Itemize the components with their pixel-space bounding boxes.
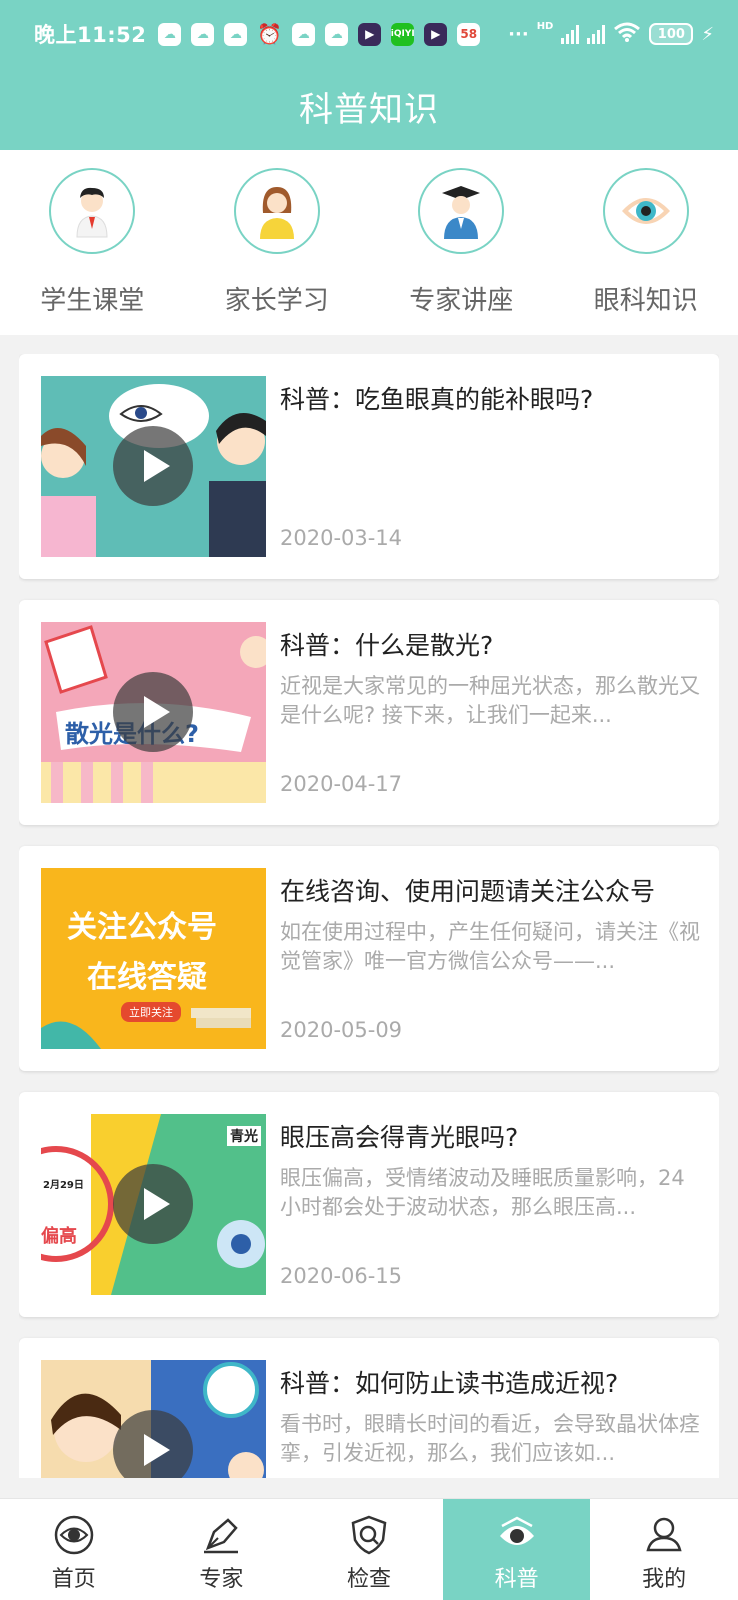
play-icon[interactable] bbox=[113, 1164, 193, 1244]
category-parent[interactable]: 家长学习 bbox=[187, 168, 367, 335]
status-bar: 晚上11:52 ☁ ☁ ☁ ⏰ ☁ ☁ ▶ iQIYI ▶ 58 ··· HD … bbox=[0, 14, 738, 54]
tab-label: 我的 bbox=[642, 1567, 687, 1592]
tab-expert[interactable]: 专家 bbox=[148, 1499, 296, 1600]
user-icon bbox=[642, 1513, 686, 1557]
eye-icon bbox=[602, 168, 689, 254]
more-icon: ··· bbox=[508, 23, 529, 45]
status-app-icons: ☁ ☁ ☁ ⏰ ☁ ☁ ▶ iQIYI ▶ 58 bbox=[158, 22, 481, 46]
article-date: 2020-05-09 bbox=[280, 1018, 403, 1042]
article-title: 科普：如何防止读书造成近视? bbox=[280, 1369, 619, 1398]
tab-label: 首页 bbox=[51, 1567, 96, 1592]
thumbnail-caption: 青光 bbox=[227, 1126, 261, 1146]
article-title: 科普：什么是散光? bbox=[280, 631, 494, 660]
cloud-icon: ☁ bbox=[191, 22, 215, 46]
article-card[interactable]: 散光是什么? 科普：什么是散光? 近视是大家常见的一种屈光状态，那么散光又是什么… bbox=[19, 600, 719, 825]
tab-check[interactable]: 检查 bbox=[295, 1499, 443, 1600]
video-app-icon: ▶ bbox=[424, 22, 448, 46]
article-thumbnail: 散光是什么? bbox=[41, 622, 266, 803]
category-label: 家长学习 bbox=[224, 286, 329, 316]
cloud-icon: ☁ bbox=[325, 22, 349, 46]
pen-icon bbox=[199, 1513, 243, 1557]
article-thumbnail bbox=[41, 1360, 266, 1478]
article-desc: 看书时，眼睛长时间的看近，会导致晶状体痉挛，引发近视，那么，我们应该如... bbox=[280, 1412, 700, 1465]
cloud-icon: ☁ bbox=[158, 22, 182, 46]
tab-label: 检查 bbox=[346, 1567, 391, 1592]
article-card[interactable]: 科普：吃鱼眼真的能补眼吗? 2020-03-14 bbox=[19, 354, 719, 579]
status-time: 晚上11:52 bbox=[34, 23, 147, 47]
student-icon bbox=[49, 168, 136, 254]
article-title: 在线咨询、使用问题请关注公众号 bbox=[280, 877, 656, 906]
cloud-icon: ☁ bbox=[292, 22, 316, 46]
status-right: ··· HD 100 ⚡ bbox=[508, 21, 714, 48]
category-eye[interactable]: 眼科知识 bbox=[556, 168, 736, 335]
charging-icon: ⚡ bbox=[701, 23, 714, 45]
thumbnail-follow-button: 立即关注 bbox=[121, 1002, 181, 1022]
iqiyi-icon: iQIYI bbox=[391, 22, 415, 46]
article-thumbnail bbox=[41, 376, 266, 557]
article-desc: 如在使用过程中，产生任何疑问，请关注《视觉管家》唯一官方微信公众号——... bbox=[280, 920, 700, 973]
article-card[interactable]: 关注公众号 在线答疑 立即关注 在线咨询、使用问题请关注公众号 如在使用过程中，… bbox=[19, 846, 719, 1071]
science-eye-icon bbox=[495, 1513, 539, 1557]
category-label: 学生课堂 bbox=[40, 286, 145, 316]
58-app-icon: 58 bbox=[457, 22, 481, 46]
battery-indicator: 100 bbox=[649, 23, 694, 45]
signal-icon bbox=[561, 24, 580, 44]
cloud-icon: ☁ bbox=[224, 22, 248, 46]
article-list[interactable]: 科普：吃鱼眼真的能补眼吗? 2020-03-14 散光是什么? 科普：什么是散光… bbox=[19, 354, 719, 1478]
hd-label: HD bbox=[536, 20, 554, 32]
tab-science[interactable]: 科普 bbox=[442, 1499, 591, 1600]
parent-icon bbox=[233, 168, 320, 254]
category-student[interactable]: 学生课堂 bbox=[2, 168, 182, 335]
signal-icon bbox=[587, 24, 606, 44]
article-date: 2020-06-15 bbox=[280, 1264, 403, 1288]
article-title: 眼压高会得青光眼吗? bbox=[280, 1123, 519, 1152]
article-title: 科普：吃鱼眼真的能补眼吗? bbox=[280, 385, 594, 414]
page-title: 科普知识 bbox=[299, 90, 439, 130]
play-icon[interactable] bbox=[113, 426, 193, 506]
thumbnail-caption: 2月29日 bbox=[43, 1180, 84, 1191]
tab-mine[interactable]: 我的 bbox=[590, 1499, 738, 1600]
bottom-nav: 首页 专家 检查 科普 我的 bbox=[0, 1498, 738, 1600]
thumbnail-caption: 关注公众号 bbox=[67, 910, 217, 945]
alarm-icon: ⏰ bbox=[257, 22, 283, 46]
article-desc: 近视是大家常见的一种屈光状态，那么散光又是什么呢? 接下来，让我们一起来... bbox=[280, 674, 700, 727]
shield-check-icon bbox=[347, 1513, 391, 1557]
expert-icon bbox=[418, 168, 505, 254]
category-label: 专家讲座 bbox=[409, 286, 514, 316]
thumbnail-caption: 在线答疑 bbox=[87, 960, 207, 995]
top-bar: 晚上11:52 ☁ ☁ ☁ ⏰ ☁ ☁ ▶ iQIYI ▶ 58 ··· HD … bbox=[0, 0, 738, 150]
tab-home[interactable]: 首页 bbox=[0, 1499, 148, 1600]
article-card[interactable]: 青光 2月29日 偏高 眼压高会得青光眼吗? 眼压偏高，受情绪波动及睡眠质量影响… bbox=[19, 1092, 719, 1317]
play-icon[interactable] bbox=[113, 672, 193, 752]
video-app-icon: ▶ bbox=[358, 22, 382, 46]
article-card[interactable]: 科普：如何防止读书造成近视? 看书时，眼睛长时间的看近，会导致晶状体痉挛，引发近… bbox=[19, 1338, 719, 1478]
article-desc bbox=[280, 426, 700, 484]
article-date: 2020-04-17 bbox=[280, 772, 403, 796]
home-eye-icon bbox=[52, 1513, 96, 1557]
category-row: 学生课堂 家长学习 专家讲座 眼科知识 bbox=[0, 150, 738, 335]
article-date: 2020-03-14 bbox=[280, 526, 403, 550]
thumbnail-caption: 偏高 bbox=[41, 1226, 77, 1247]
tab-label: 科普 bbox=[494, 1567, 539, 1592]
article-desc: 眼压偏高，受情绪波动及睡眠质量影响，24小时都会处于波动状态，那么眼压高... bbox=[280, 1166, 685, 1219]
category-expert[interactable]: 专家讲座 bbox=[371, 168, 551, 335]
tab-label: 专家 bbox=[199, 1567, 244, 1592]
category-label: 眼科知识 bbox=[593, 286, 698, 316]
wifi-icon bbox=[613, 21, 641, 48]
article-thumbnail: 关注公众号 在线答疑 立即关注 bbox=[41, 868, 266, 1049]
article-thumbnail: 青光 2月29日 偏高 bbox=[41, 1114, 266, 1295]
